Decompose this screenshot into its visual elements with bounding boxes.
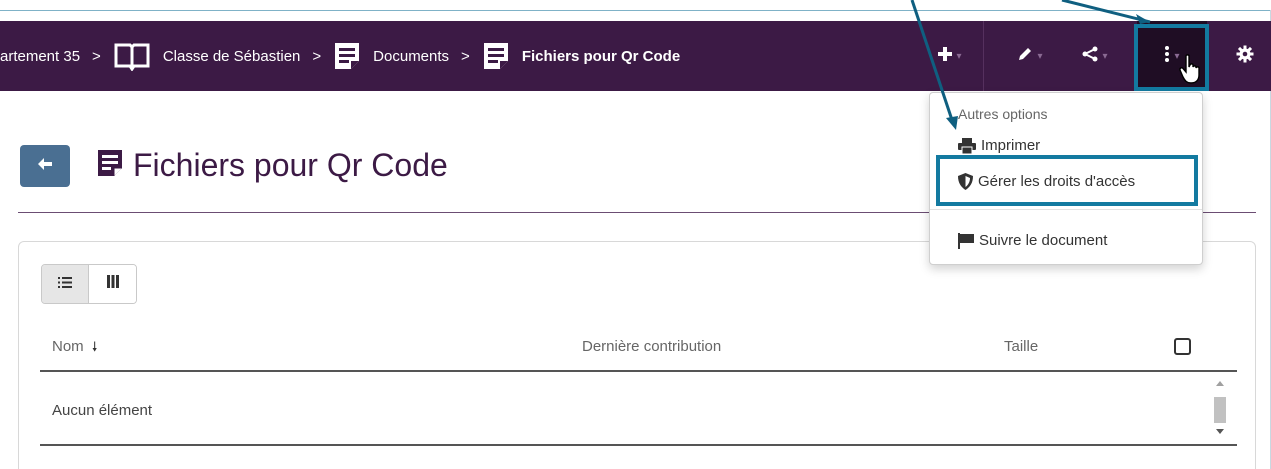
document-icon — [482, 41, 510, 71]
window-frame-top — [0, 10, 1271, 11]
file-list-card — [18, 241, 1256, 469]
arrow-to-more-button — [1061, 0, 1151, 24]
gear-icon — [1236, 45, 1254, 68]
select-all-checkbox[interactable] — [1174, 338, 1191, 355]
top-navbar: artement 35 > Classe de Sébastien > Docu… — [0, 21, 1271, 91]
column-view-button[interactable] — [89, 265, 136, 303]
menu-item-suivre-document[interactable]: Suivre le document — [958, 232, 1107, 249]
page-header: Fichiers pour Qr Code — [97, 142, 448, 188]
table-bottom-divider — [40, 444, 1237, 446]
chevron-down-icon: ▾ — [1102, 50, 1108, 62]
menu-item-label: Suivre le document — [979, 232, 1108, 249]
arrow-left-icon — [38, 157, 52, 175]
toolbar-divider — [983, 21, 984, 91]
breadcrumb-item-current: Fichiers pour Qr Code — [521, 47, 681, 65]
flag-icon — [958, 232, 974, 249]
printer-icon — [958, 137, 976, 154]
empty-table-message: Aucun élément — [52, 402, 153, 419]
share-icon — [1082, 46, 1098, 67]
menu-item-label: Imprimer — [981, 137, 1041, 154]
dropdown-divider — [930, 209, 1202, 210]
document-icon — [97, 149, 123, 182]
list-view-button[interactable] — [42, 265, 89, 303]
breadcrumb-separator: > — [92, 47, 101, 65]
book-icon — [113, 41, 151, 71]
column-header-taille[interactable]: Taille — [1004, 338, 1038, 355]
menu-item-imprimer[interactable]: Imprimer — [958, 137, 1040, 154]
page-title: Fichiers pour Qr Code — [133, 146, 448, 183]
breadcrumb-separator: > — [312, 47, 322, 65]
hand-cursor-icon — [1178, 54, 1204, 89]
settings-button[interactable] — [1220, 21, 1270, 91]
table-scrollbar[interactable] — [1211, 378, 1229, 438]
dropdown-header: Autres options — [958, 106, 1048, 122]
highlight-gerer-droits — [936, 155, 1198, 206]
back-button[interactable] — [20, 145, 70, 187]
pencil-icon — [1017, 46, 1033, 67]
breadcrumb-item-classe[interactable]: Classe de Sébastien — [163, 48, 301, 65]
breadcrumb-item-documents[interactable]: Documents — [373, 48, 449, 65]
breadcrumb: artement 35 > Classe de Sébastien > Docu… — [0, 21, 680, 91]
breadcrumb-separator: > — [461, 47, 470, 65]
plus-icon — [938, 46, 953, 66]
breadcrumb-item-departement[interactable]: artement 35 — [0, 48, 80, 65]
chevron-down-icon: ▾ — [1037, 50, 1043, 62]
document-icon — [333, 41, 361, 71]
column-header-label: Nom — [52, 338, 84, 355]
chevron-down-icon: ▾ — [956, 50, 962, 62]
add-button[interactable]: ▾ — [920, 21, 980, 91]
list-icon — [58, 275, 72, 293]
column-header-nom[interactable]: Nom 🠗 — [52, 338, 97, 360]
edit-button[interactable]: ▾ — [1005, 21, 1055, 91]
view-toggle — [41, 264, 137, 304]
columns-icon — [106, 275, 119, 293]
table-header-divider — [40, 370, 1237, 372]
sort-down-icon: 🠗 — [91, 339, 98, 354]
share-button[interactable]: ▾ — [1070, 21, 1120, 91]
column-header-derniere-contribution[interactable]: Dernière contribution — [582, 338, 721, 355]
